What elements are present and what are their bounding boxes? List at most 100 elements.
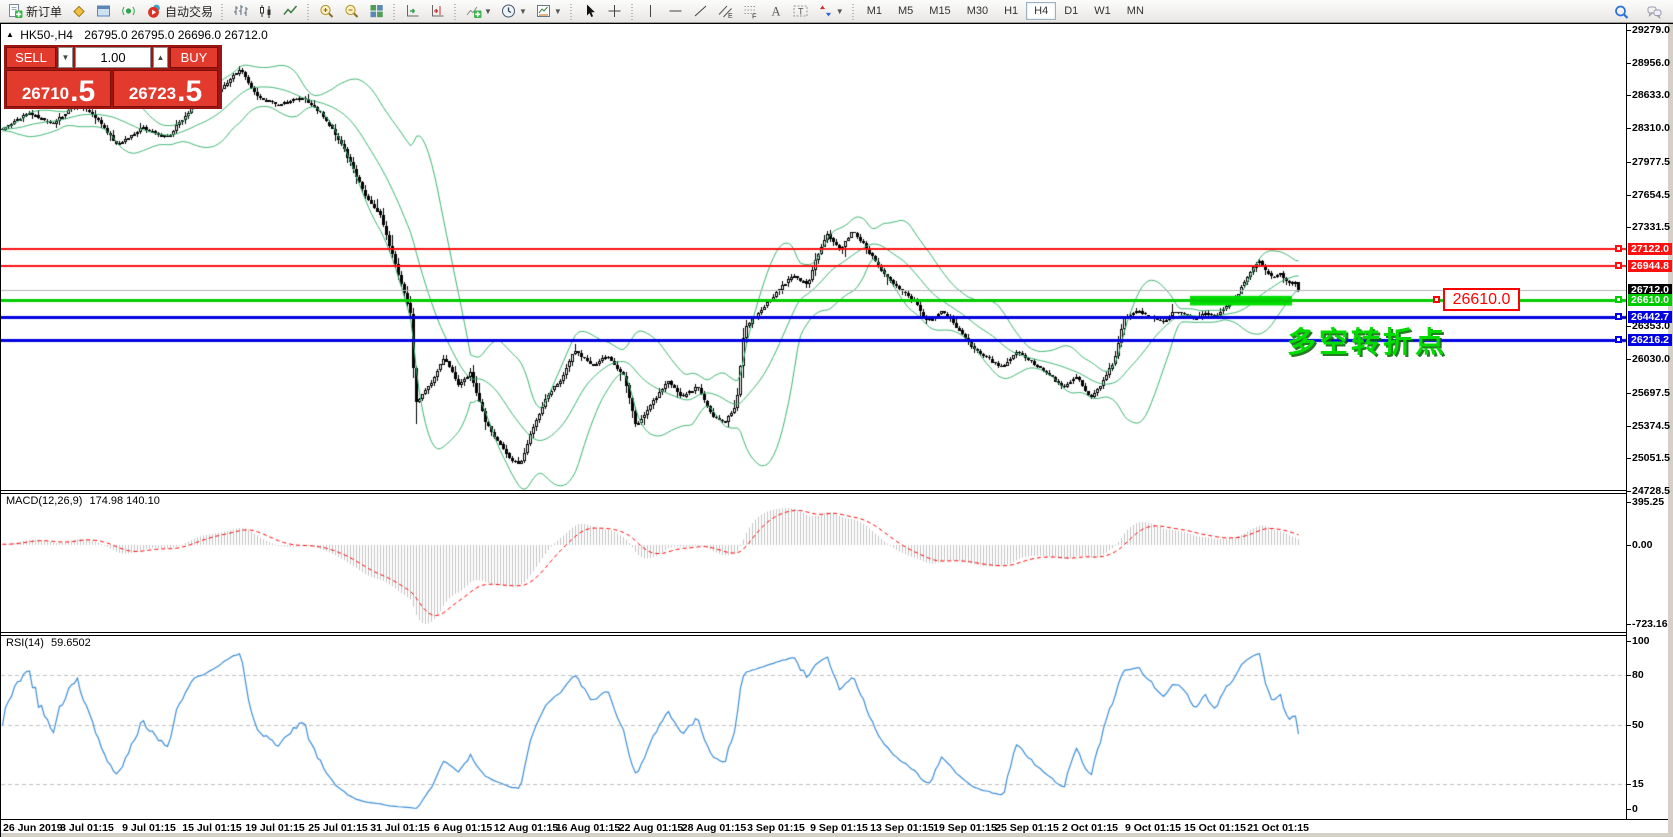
panel-separator[interactable] — [1, 632, 1627, 633]
timeframe-h4-button[interactable]: H4 — [1026, 2, 1056, 20]
timeframe-d1-button[interactable]: D1 — [1056, 2, 1086, 20]
indicator-add-icon — [465, 3, 482, 19]
panel-separator[interactable] — [1, 635, 1627, 636]
zoom-in-icon — [318, 3, 335, 19]
auto-scroll-button[interactable] — [400, 1, 425, 21]
timeframe-m15-button[interactable]: M15 — [921, 2, 958, 20]
time-tick: 25 Jul 01:15 — [308, 822, 368, 834]
axis-tick-mark — [1627, 725, 1631, 726]
timeframe-m5-button[interactable]: M5 — [890, 2, 921, 20]
macd-panel-canvas[interactable] — [1, 494, 1626, 632]
autotrade-icon — [145, 3, 162, 19]
hline-handle[interactable] — [1615, 262, 1622, 269]
toolbar-grip[interactable] — [305, 2, 312, 20]
hline-handle[interactable] — [1615, 296, 1622, 303]
timeframe-h1-button[interactable]: H1 — [996, 2, 1026, 20]
price-tick: 80 — [1632, 669, 1644, 681]
cursor-icon — [581, 3, 598, 19]
bar-chart-button[interactable] — [228, 1, 253, 21]
timeframe-m30-button[interactable]: M30 — [959, 2, 996, 20]
panel-separator[interactable] — [1, 490, 1627, 491]
equidistant-channel-button[interactable]: E — [713, 1, 738, 21]
hline-handle[interactable] — [1615, 336, 1622, 343]
zoom-in-button[interactable] — [314, 1, 339, 21]
buy-price-fraction: .5 — [177, 79, 202, 105]
volume-down-button[interactable]: ▼ — [58, 47, 73, 68]
signals-button[interactable] — [116, 1, 141, 21]
time-axis[interactable]: 26 Jun 20193 Jul 01:159 Jul 01:1515 Jul … — [1, 819, 1668, 833]
hline-price-label: 26442.7 — [1628, 311, 1672, 323]
volume-up-button[interactable]: ▲ — [153, 47, 168, 68]
price-tick: -723.16 — [1632, 618, 1668, 630]
dropdown-arrow-icon[interactable]: ▼ — [554, 7, 562, 16]
dropdown-arrow-icon[interactable]: ▼ — [484, 7, 492, 16]
volume-field[interactable]: 1.00 — [75, 47, 151, 68]
timeframe-mn-button[interactable]: MN — [1119, 2, 1152, 20]
periods-button[interactable]: ▼ — [496, 1, 531, 21]
auto-trading-button[interactable]: 自动交易 — [141, 1, 217, 21]
auto-trading-label: 自动交易 — [165, 3, 213, 20]
toolbar-grip[interactable] — [850, 2, 857, 20]
line-chart-button[interactable] — [278, 1, 303, 21]
templates-button[interactable]: ▼ — [531, 1, 566, 21]
time-tick: 2 Oct 01:15 — [1062, 822, 1118, 834]
axis-tick-mark — [1627, 128, 1631, 129]
search-button[interactable] — [1609, 2, 1634, 22]
dropdown-arrow-icon[interactable]: ▼ — [836, 7, 844, 16]
toolbar-grip[interactable] — [629, 2, 636, 20]
hline-handle[interactable] — [1615, 245, 1622, 252]
sell-price-button[interactable]: 26710 .5 — [6, 70, 111, 107]
candlestick-chart-button[interactable] — [253, 1, 278, 21]
new-order-button[interactable]: 新订单 — [2, 1, 66, 21]
sell-button[interactable]: SELL — [6, 47, 56, 68]
svg-text:E: E — [728, 13, 733, 19]
cursor-button[interactable] — [577, 1, 602, 21]
price-line-label[interactable]: 26610.0 — [1443, 288, 1520, 311]
price-tick: 28633.0 — [1632, 89, 1670, 101]
rsi-panel-canvas[interactable] — [1, 636, 1626, 819]
price-tick: 0 — [1632, 803, 1638, 815]
data-window-button[interactable] — [91, 1, 116, 21]
buy-button[interactable]: BUY — [170, 47, 218, 68]
line-anchor-handle[interactable] — [1433, 296, 1440, 303]
tile-windows-button[interactable] — [364, 1, 389, 21]
timeframe-m1-button[interactable]: M1 — [859, 2, 890, 20]
text-label-button[interactable]: T — [788, 1, 813, 21]
svg-text:F: F — [752, 12, 757, 20]
axis-tick-mark — [1627, 195, 1631, 196]
panel-separator[interactable] — [1, 493, 1627, 494]
toolbar-grip[interactable] — [568, 2, 575, 20]
horizontal-line-button[interactable] — [663, 1, 688, 21]
indicators-list-button[interactable]: ▼ — [461, 1, 496, 21]
arrows-button[interactable]: ▼ — [813, 1, 848, 21]
collapse-icon[interactable]: ▲ — [6, 30, 14, 39]
axis-tick-mark — [1627, 30, 1631, 31]
time-tick: 15 Oct 01:15 — [1184, 822, 1246, 834]
crosshair-button[interactable] — [602, 1, 627, 21]
toolbar-grip[interactable] — [219, 2, 226, 20]
zoom-out-button[interactable] — [339, 1, 364, 21]
price-tick: 25697.5 — [1632, 387, 1670, 399]
chat-button[interactable] — [1642, 2, 1667, 22]
price-tick: 25374.5 — [1632, 420, 1670, 432]
text-button[interactable]: A — [763, 1, 788, 21]
trendline-button[interactable] — [688, 1, 713, 21]
toolbar-grip[interactable] — [452, 2, 459, 20]
symbol-period: HK50-,H4 — [20, 28, 73, 42]
chart-annotation[interactable]: 多空转折点 — [1287, 319, 1447, 361]
axis-tick-mark — [1627, 326, 1631, 327]
main-chart-canvas[interactable] — [1, 25, 1626, 490]
rsi-value: 59.6502 — [51, 637, 91, 649]
toolbar-grip[interactable] — [391, 2, 398, 20]
vertical-line-button[interactable] — [638, 1, 663, 21]
timeframe-w1-button[interactable]: W1 — [1086, 2, 1119, 20]
buy-price-button[interactable]: 26723 .5 — [113, 70, 218, 107]
chart-shift-button[interactable] — [425, 1, 450, 21]
one-click-trading-panel: SELL ▼ 1.00 ▲ BUY 26710 .5 26723 .5 — [4, 45, 222, 109]
fibonacci-retracement-button[interactable]: F — [738, 1, 763, 21]
hline-handle[interactable] — [1615, 313, 1622, 320]
text-icon: A — [767, 3, 784, 19]
dropdown-arrow-icon[interactable]: ▼ — [519, 7, 527, 16]
market-watch-button[interactable] — [66, 1, 91, 21]
time-tick: 9 Sep 01:15 — [810, 822, 868, 834]
